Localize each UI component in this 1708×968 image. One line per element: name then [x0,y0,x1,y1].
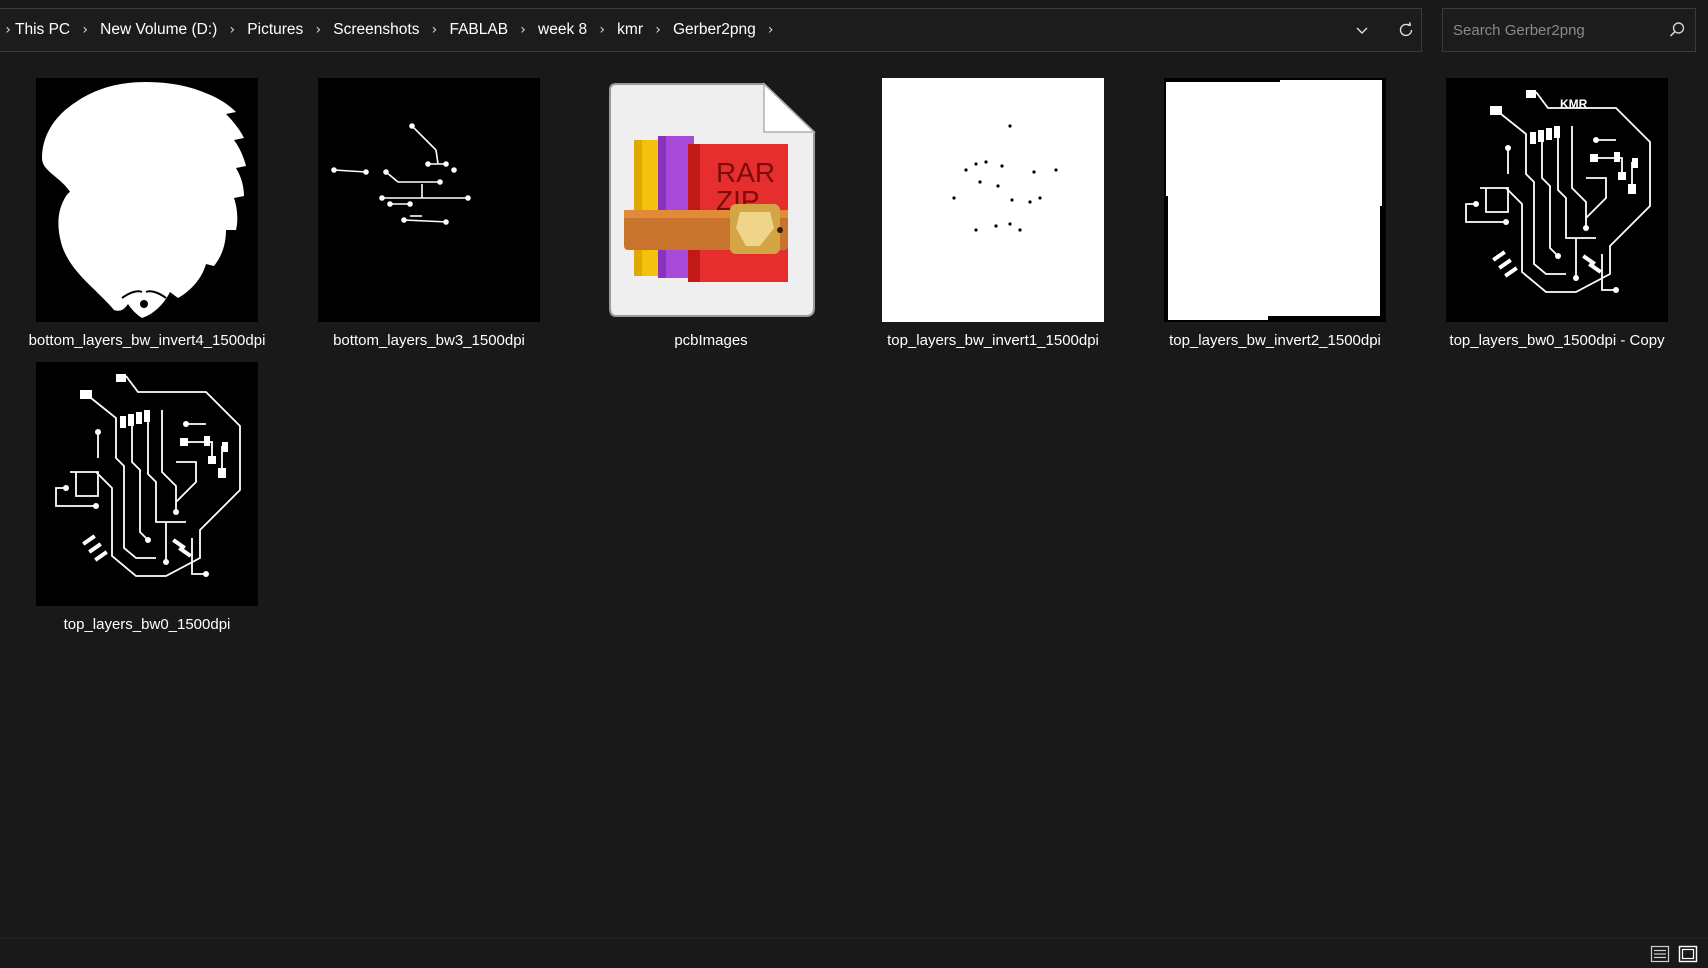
status-bar [0,938,1708,968]
details-view-icon [1650,945,1670,963]
file-thumbnail [36,362,258,606]
dots-thumbnail-image [882,78,1104,322]
search-box [1442,8,1696,52]
file-list: bottom_layers_bw_invert4_1500dpi bottom_… [0,62,1708,932]
file-item[interactable]: top_layers_bw_invert2_1500dpi [1134,62,1416,349]
search-button[interactable] [1667,20,1687,40]
search-icon [1669,22,1685,37]
traces-thumbnail-image [318,78,540,322]
large-icons-view-icon [1678,945,1698,963]
breadcrumb-new-volume[interactable]: New Volume (D:) [100,21,217,39]
rar-archive-icon: RAR ZIP [609,82,816,317]
recent-locations-button[interactable] [1347,15,1377,45]
file-thumbnail [1164,78,1386,322]
file-item[interactable]: bottom_layers_bw_invert4_1500dpi [6,62,288,349]
pcb-thumbnail-image: KMR [1446,78,1668,322]
breadcrumb-screenshots[interactable]: Screenshots [333,21,419,39]
large-icons-view-button[interactable] [1678,945,1698,963]
breadcrumb-week-8[interactable]: week 8 [538,21,587,39]
breadcrumb-chevron-icon[interactable]: › [508,22,538,38]
breadcrumb: › This PC › New Volume (D:) › Pictures ›… [0,9,786,51]
search-input[interactable] [1443,9,1663,51]
file-name: top_layers_bw_invert2_1500dpi [1169,332,1381,349]
pcb-thumbnail-image [36,362,258,606]
white-board-thumbnail-image [1164,78,1386,322]
file-name: top_layers_bw_invert1_1500dpi [887,332,1099,349]
breadcrumb-this-pc[interactable]: This PC [15,21,70,39]
file-name: top_layers_bw0_1500dpi [63,616,231,633]
breadcrumb-fablab[interactable]: FABLAB [449,21,508,39]
file-item[interactable]: top_layers_bw0_1500dpi [6,346,288,633]
breadcrumb-chevron-icon[interactable]: › [756,22,786,38]
breadcrumb-chevron-icon[interactable]: › [1,22,15,38]
chevron-down-icon [1356,27,1368,34]
breadcrumb-chevron-icon[interactable]: › [419,22,449,38]
svg-text:RAR: RAR [716,157,775,188]
file-name: pcbImages [674,332,748,349]
file-item[interactable]: bottom_layers_bw3_1500dpi [288,62,570,349]
navigation-bar: › This PC › New Volume (D:) › Pictures ›… [0,0,1708,60]
breadcrumb-chevron-icon[interactable]: › [303,22,333,38]
refresh-button[interactable] [1391,15,1421,45]
address-bar[interactable]: › This PC › New Volume (D:) › Pictures ›… [0,8,1422,52]
refresh-icon [1399,22,1413,37]
file-thumbnail: KMR [1446,78,1668,322]
breadcrumb-chevron-icon[interactable]: › [587,22,617,38]
file-thumbnail [318,78,540,322]
eagle-thumbnail-image [36,78,258,322]
breadcrumb-kmr[interactable]: kmr [617,21,643,39]
file-thumbnail [36,78,258,322]
file-item[interactable]: KMR top_layers_bw0_1500dpi - Copy [1416,62,1698,349]
breadcrumb-pictures[interactable]: Pictures [247,21,303,39]
file-item[interactable]: top_layers_bw_invert1_1500dpi [852,62,1134,349]
file-thumbnail: RAR ZIP [600,78,822,322]
breadcrumb-chevron-icon[interactable]: › [217,22,247,38]
breadcrumb-chevron-icon[interactable]: › [643,22,673,38]
file-thumbnail [882,78,1104,322]
breadcrumb-gerber2png[interactable]: Gerber2png [673,21,756,39]
details-view-button[interactable] [1650,945,1670,963]
file-name: top_layers_bw0_1500dpi - Copy [1449,332,1665,349]
breadcrumb-chevron-icon[interactable]: › [70,22,100,38]
pcb-thumbnail-text: KMR [1560,97,1588,111]
file-item[interactable]: RAR ZIP pcbImages [570,62,852,349]
file-name: bottom_layers_bw3_1500dpi [333,332,525,349]
